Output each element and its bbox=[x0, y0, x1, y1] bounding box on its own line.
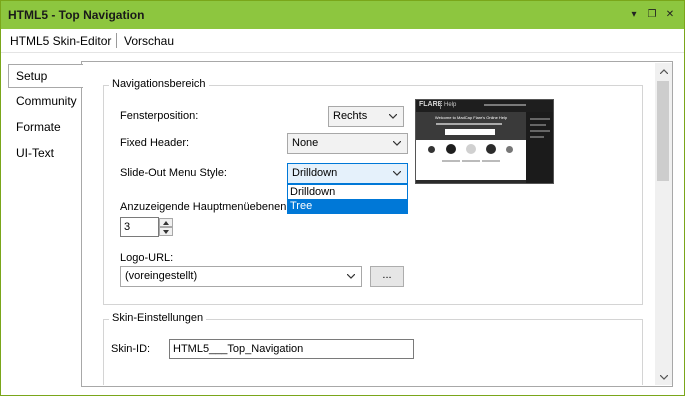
chevron-down-icon bbox=[347, 274, 355, 279]
main-menu-levels-input[interactable]: 3 bbox=[120, 217, 159, 237]
preview-search-box bbox=[445, 129, 495, 135]
slide-out-value: Drilldown bbox=[292, 167, 338, 179]
chevron-down-icon bbox=[393, 141, 401, 146]
tab-setup[interactable]: Setup bbox=[8, 64, 83, 88]
skin-editor-tab[interactable]: HTML5 Skin-Editor bbox=[10, 34, 111, 48]
slide-out-select[interactable]: Drilldown bbox=[287, 163, 408, 184]
restore-icon[interactable]: ❐ bbox=[645, 7, 659, 21]
window-title: HTML5 - Top Navigation bbox=[8, 8, 145, 22]
vertical-scrollbar[interactable] bbox=[655, 63, 672, 385]
slide-out-dropdown: Drilldown Tree bbox=[287, 184, 408, 214]
setup-panel: Navigationsbereich Fensterposition: Rech… bbox=[81, 61, 673, 387]
spin-down-button[interactable] bbox=[159, 227, 173, 236]
browse-logo-button[interactable]: ... bbox=[370, 266, 404, 287]
logo-url-label: Logo-URL: bbox=[120, 252, 174, 264]
preview-nav: Help bbox=[444, 102, 457, 108]
scroll-down-button[interactable] bbox=[655, 369, 672, 385]
pin-icon[interactable]: ▾ bbox=[627, 7, 641, 21]
preview-tab[interactable]: Vorschau bbox=[124, 34, 174, 48]
tab-ui-text[interactable]: UI-Text bbox=[11, 142, 81, 166]
window-position-value: Rechts bbox=[333, 110, 368, 122]
window-position-label: Fensterposition: bbox=[120, 110, 199, 122]
skin-id-label: Skin-ID: bbox=[111, 343, 151, 355]
close-icon[interactable]: ✕ bbox=[663, 7, 677, 21]
main-menu-levels-label: Anzuzeigende Hauptmenüebenen ( bbox=[120, 201, 294, 213]
chevron-up-icon bbox=[163, 220, 169, 225]
preview-side-menu bbox=[526, 112, 553, 183]
side-tabs: Setup Community Formate UI-Text bbox=[1, 53, 83, 395]
preview-header: FLARE Help bbox=[416, 100, 553, 112]
skin-preview-image: FLARE Help Welcome to MadCap Flare's Onl… bbox=[415, 99, 554, 184]
chevron-down-icon bbox=[393, 171, 401, 176]
slide-out-label: Slide-Out Menu Style: bbox=[120, 167, 227, 179]
title-bar: HTML5 - Top Navigation ▾ ❐ ✕ bbox=[1, 1, 684, 29]
toolbar-separator bbox=[116, 33, 117, 48]
editor-window: HTML5 - Top Navigation ▾ ❐ ✕ HTML5 Skin-… bbox=[0, 0, 685, 396]
logo-url-select[interactable]: (voreingestellt) bbox=[120, 266, 362, 287]
spin-up-button[interactable] bbox=[159, 218, 173, 227]
window-position-select[interactable]: Rechts bbox=[328, 106, 404, 127]
logo-url-value: (voreingestellt) bbox=[125, 270, 198, 282]
scroll-thumb[interactable] bbox=[657, 81, 669, 181]
preview-welcome: Welcome to MadCap Flare's Online Help bbox=[434, 115, 508, 120]
editor-toolbar: HTML5 Skin-Editor Vorschau bbox=[1, 29, 684, 53]
chevron-down-icon bbox=[163, 229, 169, 234]
preview-body bbox=[416, 140, 526, 180]
option-drilldown[interactable]: Drilldown bbox=[288, 185, 407, 199]
chevron-down-icon bbox=[659, 374, 668, 380]
tab-formats[interactable]: Formate bbox=[11, 116, 81, 140]
scroll-up-button[interactable] bbox=[655, 63, 672, 79]
tab-community[interactable]: Community bbox=[11, 90, 81, 114]
main-menu-levels-value: 3 bbox=[124, 221, 131, 233]
fixed-header-label: Fixed Header: bbox=[120, 137, 190, 149]
skin-id-value: HTML5___Top_Navigation bbox=[173, 343, 304, 355]
fixed-header-select[interactable]: None bbox=[287, 133, 408, 154]
option-tree[interactable]: Tree bbox=[288, 199, 407, 213]
preview-brand: FLARE bbox=[419, 101, 443, 108]
chevron-up-icon bbox=[659, 68, 668, 74]
chevron-down-icon bbox=[389, 114, 397, 119]
skin-settings-legend: Skin-Einstellungen bbox=[109, 312, 207, 324]
preview-banner: Welcome to MadCap Flare's Online Help bbox=[416, 112, 526, 140]
navigation-legend: Navigationsbereich bbox=[109, 78, 209, 90]
skin-id-input[interactable]: HTML5___Top_Navigation bbox=[169, 339, 414, 359]
fixed-header-value: None bbox=[292, 137, 319, 149]
